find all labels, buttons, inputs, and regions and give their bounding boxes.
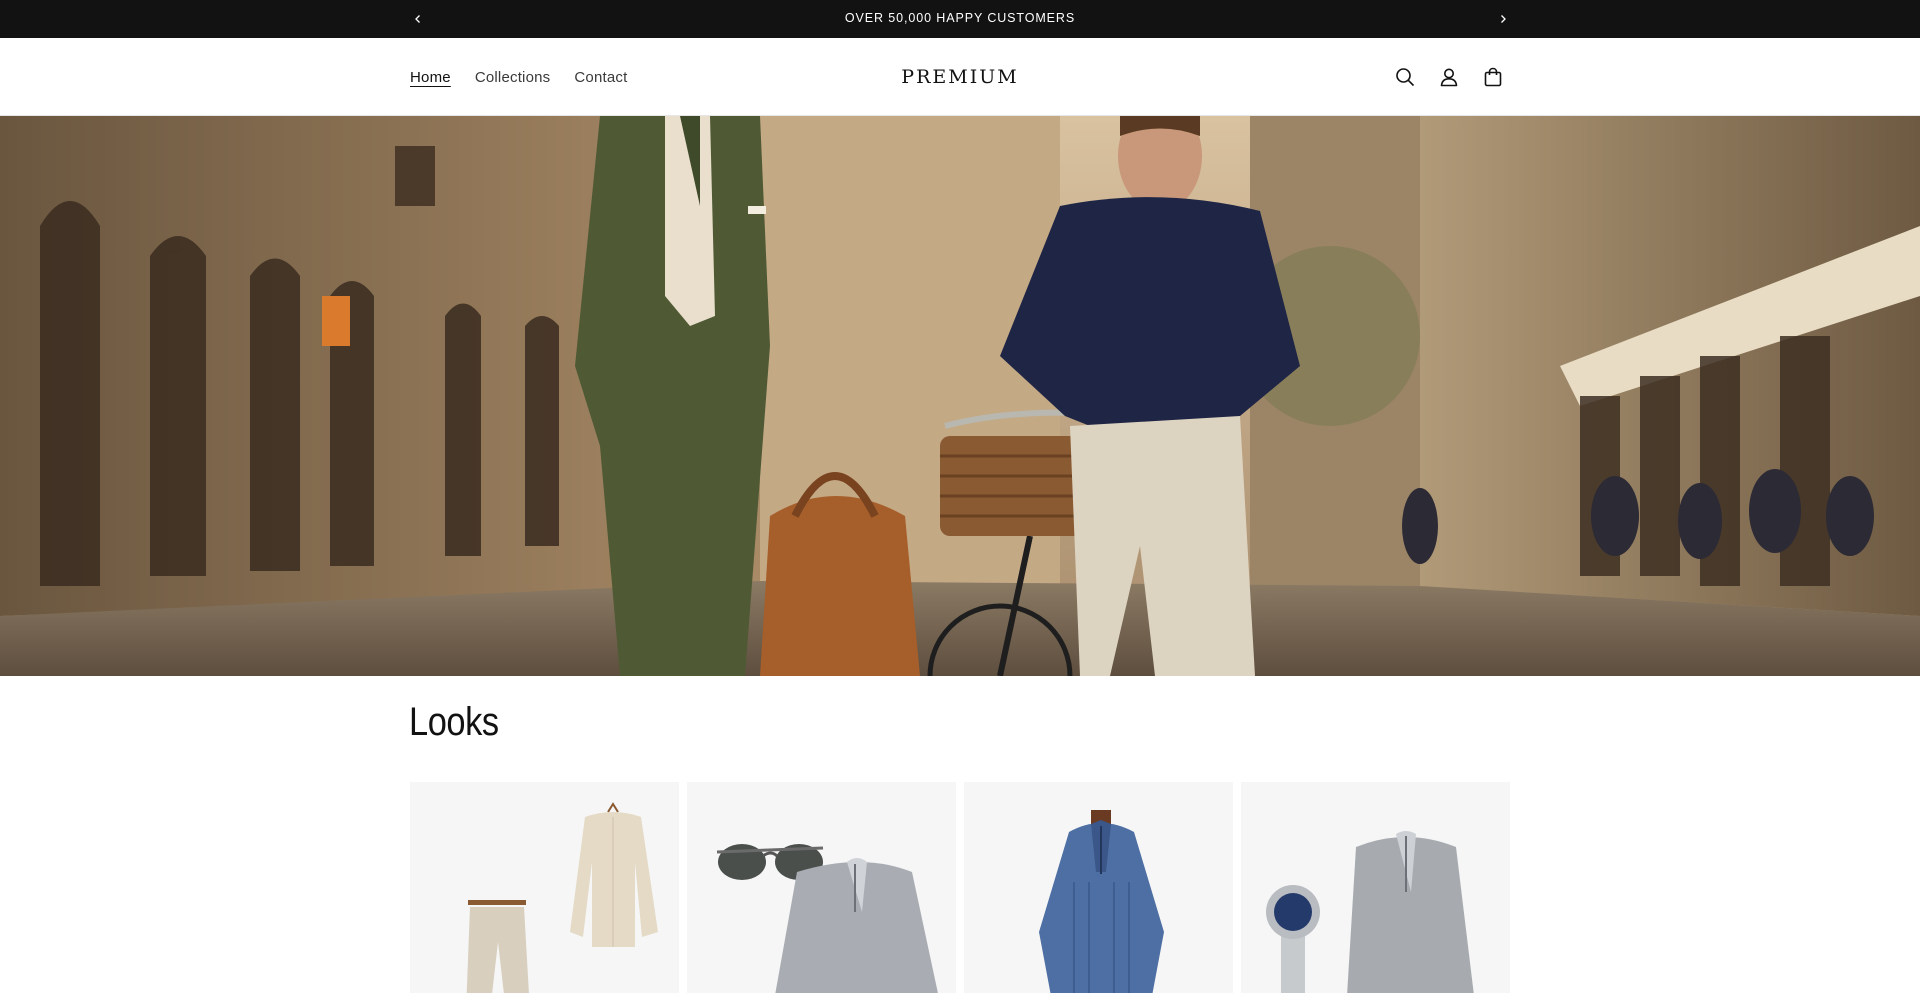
search-button[interactable] xyxy=(1385,57,1425,97)
site-logo[interactable]: PREMIUM xyxy=(860,38,1060,116)
look-card[interactable] xyxy=(687,782,956,993)
cart-icon xyxy=(1484,67,1502,87)
nav-home-link[interactable]: Home xyxy=(410,69,451,86)
chevron-right-icon xyxy=(1501,15,1506,23)
look-image xyxy=(466,802,658,993)
account-icon xyxy=(1440,68,1458,87)
look-card[interactable] xyxy=(964,782,1233,993)
announcement-text: OVER 50,000 HAPPY CUSTOMERS xyxy=(844,11,1076,25)
look-image xyxy=(716,844,938,993)
cart-button[interactable] xyxy=(1473,57,1513,97)
nav-collections-link[interactable]: Collections xyxy=(475,69,551,86)
announcement-bar: OVER 50,000 HAPPY CUSTOMERS xyxy=(0,0,1920,38)
announcement-next-button[interactable] xyxy=(1493,9,1513,29)
account-button[interactable] xyxy=(1429,57,1469,97)
nav-contact-link[interactable]: Contact xyxy=(574,69,627,86)
look-card[interactable] xyxy=(410,782,679,993)
looks-grid xyxy=(410,782,1511,993)
main-nav: Home Collections Contact xyxy=(410,38,628,116)
look-image xyxy=(1266,831,1474,993)
hero-image xyxy=(0,116,1920,676)
header-icons xyxy=(1385,57,1513,97)
search-icon xyxy=(1396,68,1415,87)
look-card[interactable] xyxy=(1241,782,1510,993)
look-image xyxy=(1039,810,1164,993)
hero-banner xyxy=(0,116,1920,676)
looks-heading: Looks xyxy=(409,700,499,744)
site-header: Home Collections Contact PREMIUM xyxy=(0,38,1920,116)
